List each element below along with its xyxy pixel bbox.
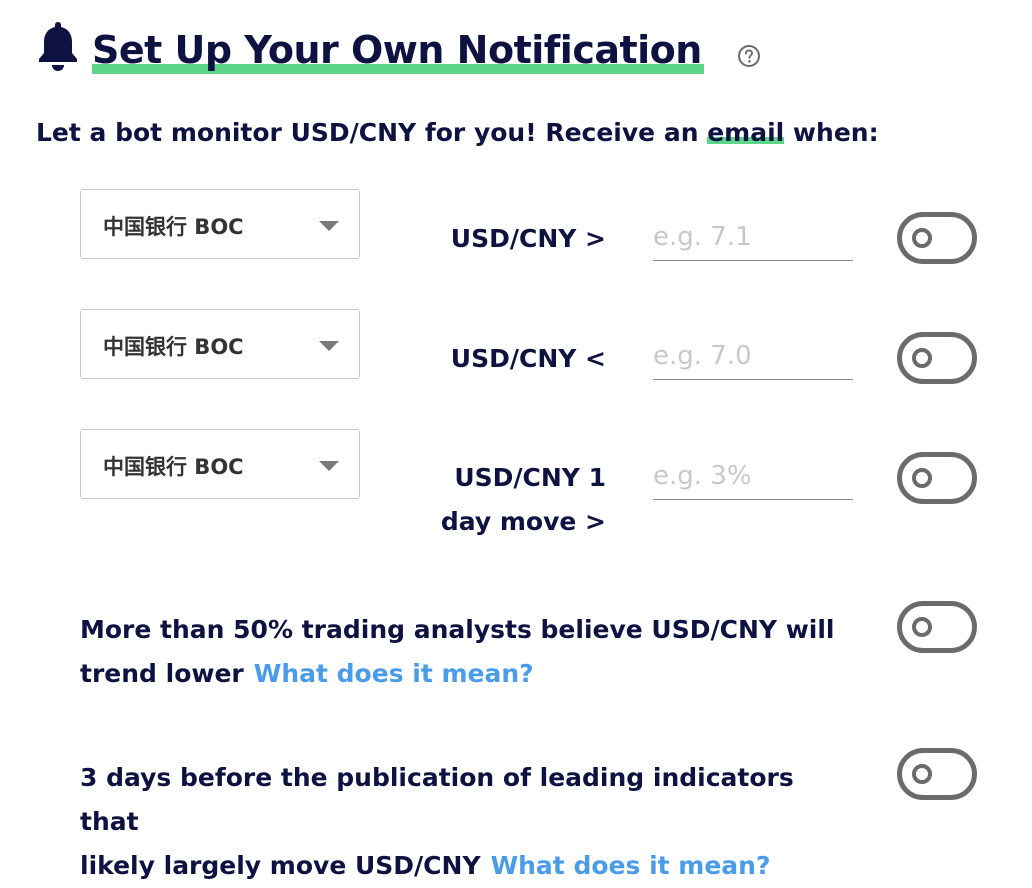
caret-down-icon [319, 221, 339, 231]
question-circle-icon[interactable] [737, 44, 761, 68]
analyst-alert-line2: trend lower What does it mean? [80, 659, 534, 688]
bank-select-2[interactable]: 中国银行 BOC [80, 309, 360, 379]
indicator-alert-line1: 3 days before the publication of leading… [80, 763, 794, 836]
day-move-toggle[interactable] [897, 452, 977, 504]
bank-select-value: 中国银行 BOC [103, 455, 244, 479]
title-wrap: Set Up Your Own Notification [92, 26, 704, 74]
subtitle-before: Let a bot monitor USD/CNY for you! Recei… [36, 118, 708, 147]
analyst-alert-text: More than 50% trading analysts believe U… [80, 608, 840, 696]
toggle-knob [912, 764, 932, 784]
analyst-alert-toggle[interactable] [897, 601, 977, 653]
caret-down-icon [319, 461, 339, 471]
day-move-input[interactable] [653, 453, 853, 500]
email-word: email [707, 118, 785, 147]
bank-select-value: 中国银行 BOC [103, 215, 244, 239]
rate-below-input[interactable] [653, 333, 853, 380]
analyst-alert-line1: More than 50% trading analysts believe U… [80, 615, 835, 644]
day-move-label: USD/CNY 1 day move > [426, 463, 606, 544]
day-move-label-line2: day move > [440, 507, 606, 536]
toggle-knob [912, 348, 932, 368]
bank-select-3[interactable]: 中国银行 BOC [80, 429, 360, 499]
indicator-what-link[interactable]: What does it mean? [491, 851, 771, 880]
rate-below-toggle[interactable] [897, 332, 977, 384]
toggle-knob [912, 617, 932, 637]
bank-select-1[interactable]: 中国银行 BOC [80, 189, 360, 259]
toggle-knob [912, 468, 932, 488]
bell-icon [39, 22, 77, 71]
analyst-what-link[interactable]: What does it mean? [254, 659, 534, 688]
subtitle-after: when: [784, 118, 879, 147]
notification-header: Set Up Your Own Notification [36, 18, 796, 88]
rate-above-label: USD/CNY > [450, 224, 606, 253]
caret-down-icon [319, 341, 339, 351]
rate-below-label: USD/CNY < [450, 344, 606, 373]
indicator-alert-toggle[interactable] [897, 748, 977, 800]
bank-select-value: 中国银行 BOC [103, 335, 244, 359]
page-title: Set Up Your Own Notification [92, 28, 702, 72]
toggle-knob [912, 228, 932, 248]
rate-above-input[interactable] [653, 214, 853, 261]
rate-above-toggle[interactable] [897, 212, 977, 264]
subtitle: Let a bot monitor USD/CNY for you! Recei… [36, 118, 879, 147]
indicator-alert-text: 3 days before the publication of leading… [80, 756, 840, 888]
indicator-alert-line2: likely largely move USD/CNY What does it … [80, 851, 771, 880]
day-move-label-line1: USD/CNY 1 [454, 463, 606, 492]
